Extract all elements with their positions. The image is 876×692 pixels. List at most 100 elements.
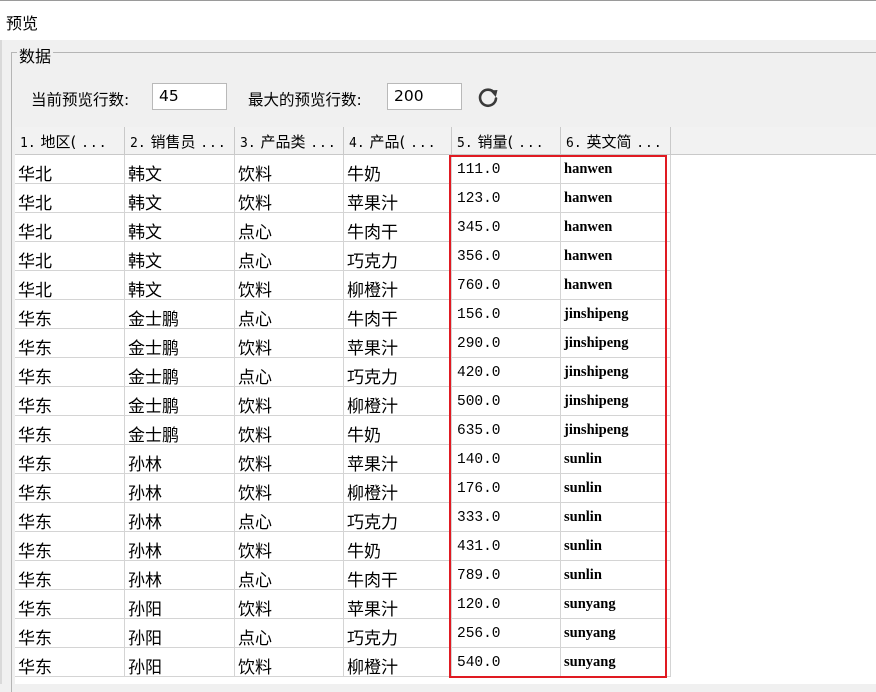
table-row[interactable]: 华北 韩文 饮料 柳橙汁 760.0 hanwen — [15, 271, 671, 300]
cell-product: 牛奶 — [344, 416, 452, 445]
cell-category: 饮料 — [235, 648, 344, 677]
column-header-num: 6. — [566, 136, 582, 151]
table-row[interactable]: 华东 金士鹏 点心 巧克力 420.0 jinshipeng — [15, 358, 671, 387]
cell-product: 巧克力 — [344, 242, 452, 271]
column-header-dots: ... — [200, 136, 227, 151]
table-row[interactable]: 华东 孙阳 点心 巧克力 256.0 sunyang — [15, 619, 671, 648]
table-row[interactable]: 华东 孙林 饮料 牛奶 431.0 sunlin — [15, 532, 671, 561]
column-header-num: 2. — [130, 136, 146, 151]
column-header-4[interactable]: 4. 产品( ... — [344, 127, 452, 154]
column-header-3[interactable]: 3. 产品类 ... — [235, 127, 344, 154]
cell-sales: 789.0 — [452, 561, 561, 590]
cell-product: 巧克力 — [344, 358, 452, 387]
cell-category: 饮料 — [235, 445, 344, 474]
cell-english: jinshipeng — [561, 416, 671, 445]
cell-product: 牛奶 — [344, 155, 452, 184]
cell-english: sunyang — [561, 648, 671, 677]
column-header-name: 产品( — [369, 133, 406, 151]
column-header-name: 英文简 — [586, 133, 632, 151]
cell-english: sunlin — [561, 561, 671, 590]
column-header-num: 3. — [240, 136, 256, 151]
column-header-2[interactable]: 2. 销售员 ... — [125, 127, 235, 154]
cell-category: 点心 — [235, 561, 344, 590]
cell-region: 华东 — [15, 532, 125, 561]
cell-region: 华东 — [15, 358, 125, 387]
cell-product: 苹果汁 — [344, 590, 452, 619]
table-row[interactable]: 华东 金士鹏 饮料 牛奶 635.0 jinshipeng — [15, 416, 671, 445]
cell-salesperson: 孙林 — [125, 503, 235, 532]
cell-english: sunlin — [561, 503, 671, 532]
cell-salesperson: 孙阳 — [125, 619, 235, 648]
table-row[interactable]: 华东 孙林 饮料 柳橙汁 176.0 sunlin — [15, 474, 671, 503]
cell-category: 饮料 — [235, 155, 344, 184]
preview-table[interactable]: 1. 地区( ... 2. 销售员 ... 3. 产品类 ... 4. 产品( ...… — [15, 127, 876, 684]
column-header-6[interactable]: 6. 英文简 ... — [561, 127, 671, 154]
cell-category: 饮料 — [235, 474, 344, 503]
table-row[interactable]: 华东 金士鹏 饮料 柳橙汁 500.0 jinshipeng — [15, 387, 671, 416]
cell-salesperson: 孙林 — [125, 532, 235, 561]
cell-salesperson: 孙阳 — [125, 590, 235, 619]
window-edge — [0, 40, 2, 684]
cell-product: 柳橙汁 — [344, 387, 452, 416]
cell-sales: 120.0 — [452, 590, 561, 619]
cell-sales: 256.0 — [452, 619, 561, 648]
cell-salesperson: 孙林 — [125, 445, 235, 474]
table-row[interactable]: 华北 韩文 点心 巧克力 356.0 hanwen — [15, 242, 671, 271]
cell-english: jinshipeng — [561, 329, 671, 358]
column-header-num: 5. — [457, 136, 473, 151]
cell-product: 牛肉干 — [344, 300, 452, 329]
cell-salesperson: 金士鹏 — [125, 329, 235, 358]
cell-english: jinshipeng — [561, 358, 671, 387]
table-row[interactable]: 华东 金士鹏 饮料 苹果汁 290.0 jinshipeng — [15, 329, 671, 358]
current-rows-field[interactable]: 45 — [152, 83, 227, 110]
cell-region: 华东 — [15, 445, 125, 474]
cell-english: hanwen — [561, 184, 671, 213]
cell-region: 华北 — [15, 242, 125, 271]
table-row[interactable]: 华东 金士鹏 点心 牛肉干 156.0 jinshipeng — [15, 300, 671, 329]
cell-product: 柳橙汁 — [344, 271, 452, 300]
cell-sales: 156.0 — [452, 300, 561, 329]
cell-salesperson: 韩文 — [125, 213, 235, 242]
column-header-name: 销量( — [477, 133, 514, 151]
cell-sales: 333.0 — [452, 503, 561, 532]
table-row[interactable]: 华东 孙林 饮料 苹果汁 140.0 sunlin — [15, 445, 671, 474]
cell-english: sunyang — [561, 590, 671, 619]
column-header-name: 产品类 — [260, 133, 306, 151]
cell-product: 牛肉干 — [344, 213, 452, 242]
cell-category: 点心 — [235, 242, 344, 271]
cell-category: 饮料 — [235, 590, 344, 619]
table-row[interactable]: 华北 韩文 点心 牛肉干 345.0 hanwen — [15, 213, 671, 242]
cell-english: hanwen — [561, 271, 671, 300]
cell-product: 巧克力 — [344, 503, 452, 532]
max-rows-field[interactable]: 200 — [387, 83, 462, 110]
table-row[interactable]: 华北 韩文 饮料 苹果汁 123.0 hanwen — [15, 184, 671, 213]
table-row[interactable]: 华东 孙阳 饮料 柳橙汁 540.0 sunyang — [15, 648, 671, 677]
cell-region: 华东 — [15, 387, 125, 416]
column-header-5[interactable]: 5. 销量( ... — [452, 127, 561, 154]
title-bar: 预览 — [0, 0, 876, 40]
cell-category: 点心 — [235, 358, 344, 387]
cell-category: 点心 — [235, 213, 344, 242]
cell-english: jinshipeng — [561, 387, 671, 416]
cell-sales: 356.0 — [452, 242, 561, 271]
cell-product: 苹果汁 — [344, 329, 452, 358]
column-header-dots: ... — [518, 136, 545, 151]
cell-english: hanwen — [561, 155, 671, 184]
cell-region: 华北 — [15, 213, 125, 242]
cell-english: jinshipeng — [561, 300, 671, 329]
cell-category: 饮料 — [235, 184, 344, 213]
cell-region: 华东 — [15, 300, 125, 329]
table-row[interactable]: 华北 韩文 饮料 牛奶 111.0 hanwen — [15, 155, 671, 184]
cell-english: sunlin — [561, 532, 671, 561]
column-header-1[interactable]: 1. 地区( ... — [15, 127, 125, 154]
cell-region: 华东 — [15, 416, 125, 445]
table-row[interactable]: 华东 孙阳 饮料 苹果汁 120.0 sunyang — [15, 590, 671, 619]
table-row[interactable]: 华东 孙林 点心 巧克力 333.0 sunlin — [15, 503, 671, 532]
refresh-icon[interactable] — [475, 84, 501, 110]
cell-sales: 111.0 — [452, 155, 561, 184]
current-rows-label: 当前预览行数: — [31, 91, 130, 109]
cell-salesperson: 孙林 — [125, 474, 235, 503]
table-row[interactable]: 华东 孙林 点心 牛肉干 789.0 sunlin — [15, 561, 671, 590]
column-header-name: 销售员 — [150, 133, 196, 151]
cell-region: 华北 — [15, 271, 125, 300]
